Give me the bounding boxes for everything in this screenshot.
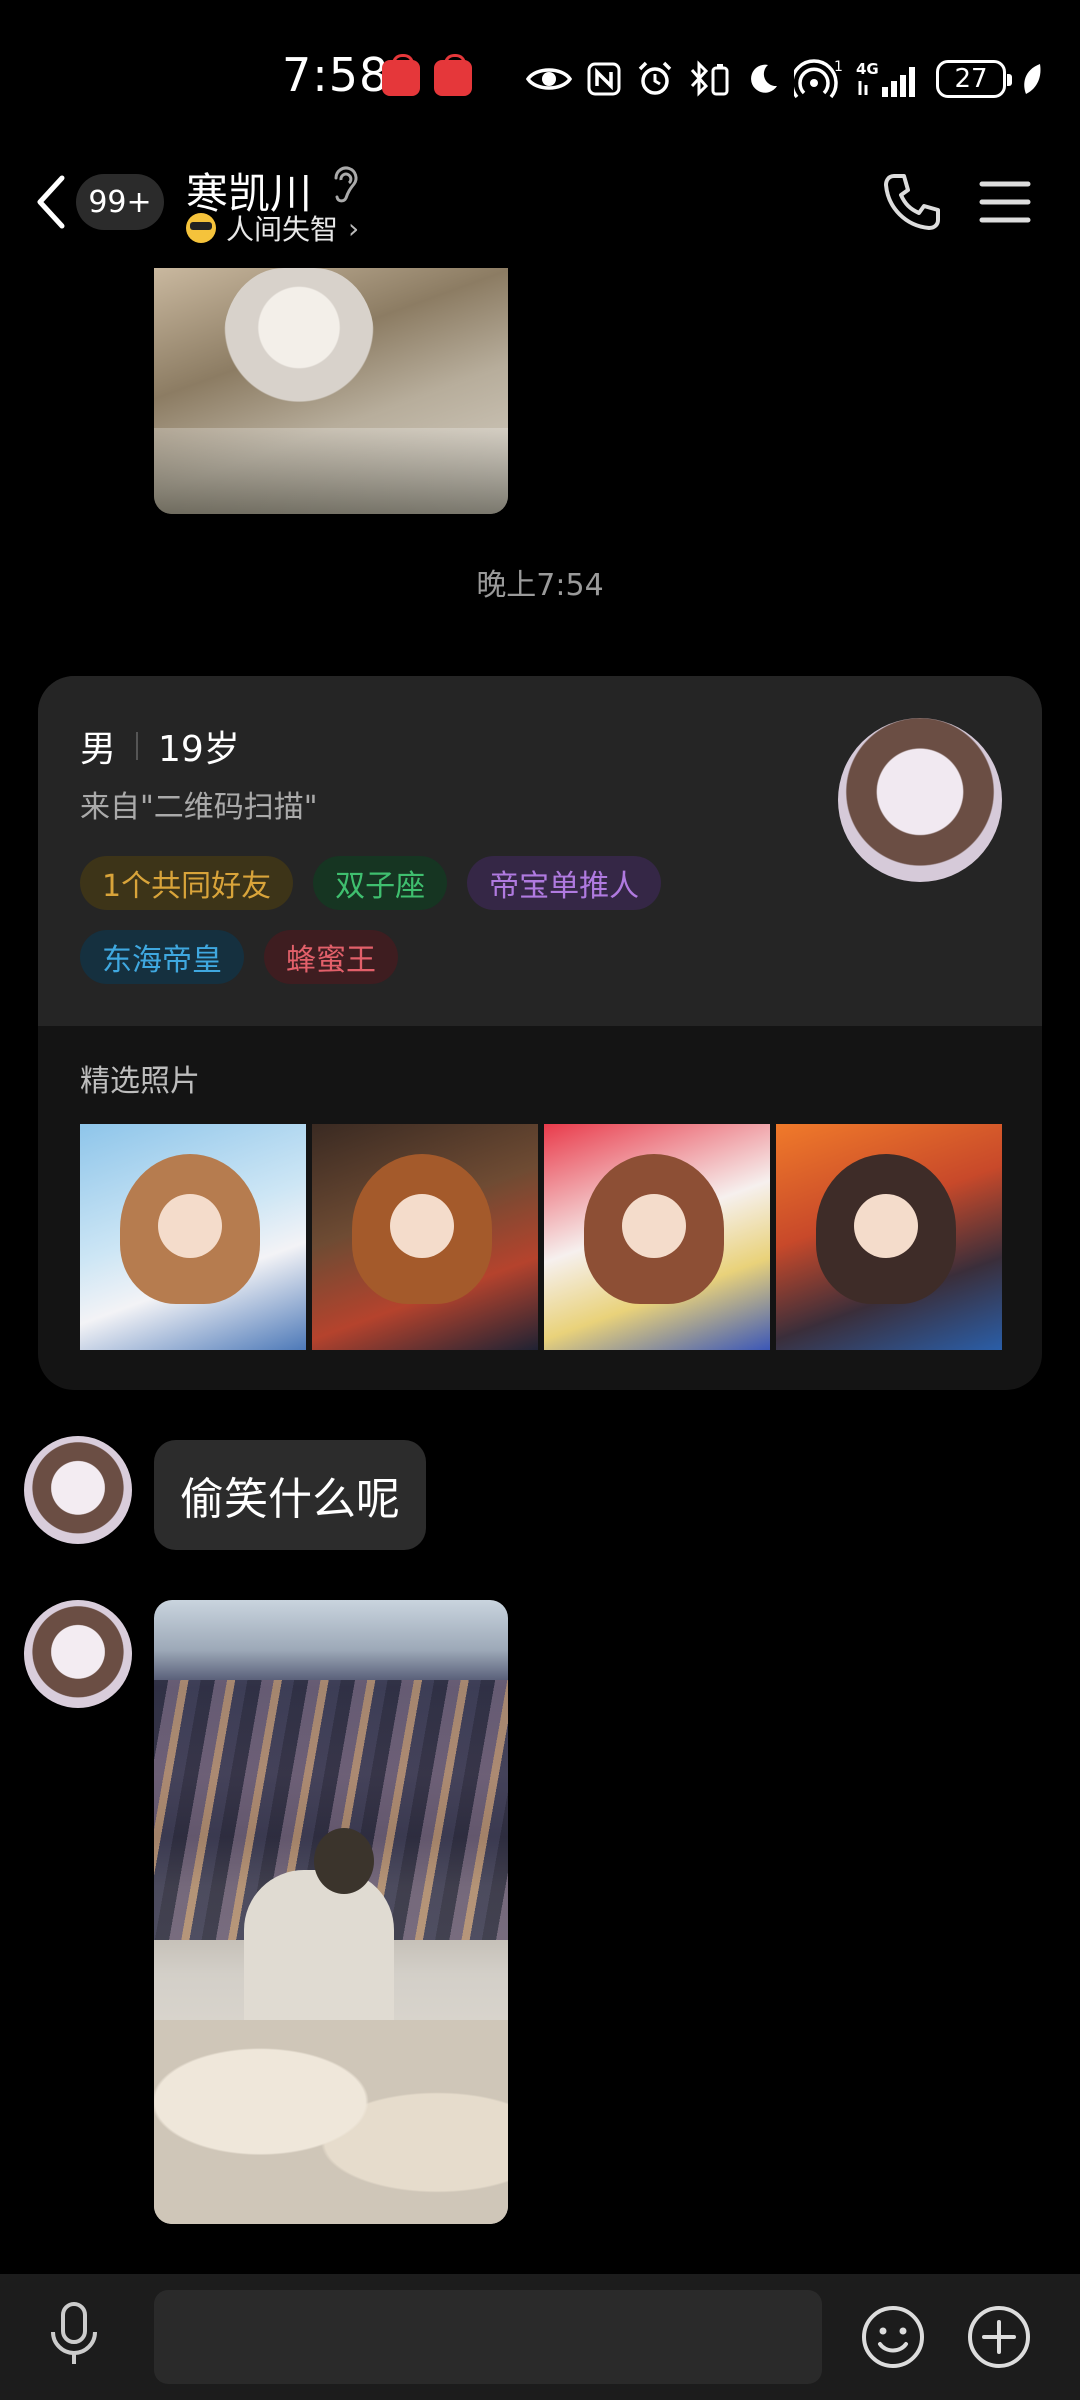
- profile-card-info: 男 19岁 来自"二维码扫描" 1个共同好友 双子座 帝宝单推人东海帝皇 蜂蜜王: [38, 676, 1042, 1026]
- svg-text:1: 1: [834, 59, 842, 75]
- featured-photo[interactable]: [776, 1124, 1002, 1350]
- menu-icon: [979, 181, 1031, 223]
- ear-icon: [334, 166, 358, 203]
- image-message[interactable]: [154, 1600, 508, 2224]
- profile-tag[interactable]: 帝宝单推人: [467, 856, 662, 910]
- image-chairs: [154, 2020, 508, 2224]
- status-icons: 1 4G 27: [526, 54, 1044, 104]
- signal-icon: 4G: [856, 60, 915, 97]
- back-button[interactable]: [30, 170, 74, 234]
- featured-photo[interactable]: [312, 1124, 538, 1350]
- profile-gender-age: 男 19岁: [80, 720, 240, 772]
- contact-status[interactable]: 人间失智 ›: [186, 208, 359, 248]
- hotspot-icon: 1: [794, 59, 842, 99]
- app-notification-icon: [434, 54, 472, 96]
- svg-text:4G: 4G: [856, 60, 879, 78]
- profile-avatar[interactable]: [838, 718, 1002, 882]
- nfc-icon: [587, 62, 621, 96]
- image-message[interactable]: [154, 268, 508, 514]
- featured-photo[interactable]: [544, 1124, 770, 1350]
- divider: [136, 732, 139, 760]
- voice-call-button[interactable]: [880, 170, 944, 234]
- profile-gender: 男: [80, 729, 117, 770]
- image-glass: [154, 428, 508, 514]
- image-person-head: [314, 1828, 374, 1894]
- eye-icon: [526, 68, 572, 90]
- contact-status-text: 人间失智: [226, 213, 339, 246]
- moon-icon: [751, 64, 777, 93]
- friend-profile-card[interactable]: 男 19岁 来自"二维码扫描" 1个共同好友 双子座 帝宝单推人东海帝皇 蜂蜜王 精选…: [38, 676, 1042, 1390]
- message-input-bar: [0, 2274, 1080, 2400]
- phone-icon: [884, 174, 940, 230]
- featured-photo[interactable]: [80, 1124, 306, 1350]
- photo-character-face: [622, 1194, 686, 1258]
- alarm-icon: [638, 61, 672, 95]
- plus-icon: [968, 2306, 1030, 2368]
- message-timestamp: 晚上7:54: [476, 568, 604, 603]
- message-input[interactable]: [154, 2290, 822, 2384]
- profile-source: 来自"二维码扫描": [80, 790, 318, 825]
- back-chevron-icon: [37, 175, 65, 229]
- photo-character-face: [854, 1194, 918, 1258]
- chat-menu-button[interactable]: [978, 176, 1032, 228]
- chevron-right-icon: ›: [348, 211, 360, 245]
- battery-icon: 27: [936, 60, 1012, 98]
- leaf-icon: [1024, 64, 1041, 94]
- profile-tag[interactable]: 双子座: [313, 856, 448, 910]
- unread-count-badge[interactable]: 99+: [76, 174, 164, 230]
- profile-tag[interactable]: 蜂蜜王: [264, 930, 398, 984]
- app-notification-icon: [382, 54, 420, 96]
- more-actions-button[interactable]: [966, 2304, 1032, 2370]
- featured-photos-grid: [80, 1124, 1002, 1350]
- chat-header: 99+ 寒凯川 人间失智 ›: [0, 150, 1080, 260]
- emoji-button[interactable]: [860, 2304, 926, 2370]
- status-time: 7:58: [282, 48, 390, 102]
- profile-tag[interactable]: 1个共同好友: [80, 856, 294, 910]
- photo-character-face: [158, 1194, 222, 1258]
- profile-tag[interactable]: 东海帝皇: [80, 930, 244, 984]
- microphone-icon: [51, 2302, 97, 2364]
- smiley-icon: [862, 2306, 924, 2368]
- featured-photos-label: 精选照片: [80, 1064, 200, 1099]
- profile-tags: 1个共同好友 双子座 帝宝单推人东海帝皇 蜂蜜王: [80, 856, 800, 984]
- sunglasses-emoji-icon: [186, 213, 216, 243]
- image-figure: [224, 268, 374, 438]
- text-message-bubble[interactable]: 偷笑什么呢: [154, 1440, 426, 1550]
- photo-character-face: [390, 1194, 454, 1258]
- status-bar: 7:58 1 4G 27: [0, 0, 1080, 150]
- voice-input-button[interactable]: [44, 2300, 104, 2370]
- sender-avatar[interactable]: [24, 1600, 132, 1708]
- sender-avatar[interactable]: [24, 1436, 132, 1544]
- bluetooth-battery-icon: [690, 60, 729, 97]
- profile-age: 19岁: [158, 729, 240, 770]
